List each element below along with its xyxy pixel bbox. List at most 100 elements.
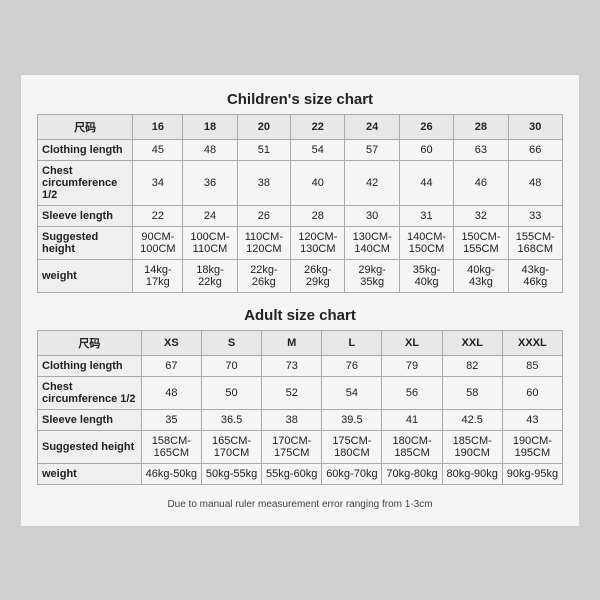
col-header: XS [141, 330, 201, 355]
col-header: 20 [237, 114, 291, 139]
cell-value: 51 [237, 139, 291, 160]
cell-value: 34 [133, 160, 183, 205]
cell-value: 48 [183, 139, 237, 160]
cell-value: 190CM-195CM [502, 430, 562, 463]
cell-value: 56 [382, 376, 442, 409]
cell-value: 43 [502, 409, 562, 430]
measurement-note: Due to manual ruler measurement error ra… [37, 499, 563, 510]
cell-value: 18kg-22kg [183, 259, 237, 292]
col-header: 24 [345, 114, 399, 139]
cell-value: 60kg-70kg [322, 463, 382, 484]
col-header: 18 [183, 114, 237, 139]
cell-value: 90CM-100CM [133, 226, 183, 259]
cell-value: 42.5 [442, 409, 502, 430]
cell-value: 43kg-46kg [508, 259, 562, 292]
cell-value: 67 [141, 355, 201, 376]
cell-value: 150CM-155CM [454, 226, 508, 259]
cell-value: 70 [201, 355, 261, 376]
cell-value: 54 [291, 139, 345, 160]
cell-value: 22kg-26kg [237, 259, 291, 292]
col-header: 尺码 [38, 330, 142, 355]
col-header: 28 [454, 114, 508, 139]
cell-value: 180CM-185CM [382, 430, 442, 463]
cell-value: 110CM-120CM [237, 226, 291, 259]
table-row: Suggested height90CM-100CM100CM-110CM110… [38, 226, 563, 259]
table-row: weight46kg-50kg50kg-55kg55kg-60kg60kg-70… [38, 463, 563, 484]
col-header: 22 [291, 114, 345, 139]
cell-value: 24 [183, 205, 237, 226]
children-chart-title: Children's size chart [37, 91, 563, 108]
cell-value: 50kg-55kg [201, 463, 261, 484]
cell-value: 90kg-95kg [502, 463, 562, 484]
cell-value: 175CM-180CM [322, 430, 382, 463]
children-size-table: 尺码1618202224262830 Clothing length454851… [37, 114, 563, 293]
row-label: Chest circumference 1/2 [38, 160, 133, 205]
row-label: Suggested height [38, 430, 142, 463]
cell-value: 58 [442, 376, 502, 409]
table-row: Clothing length4548515457606366 [38, 139, 563, 160]
col-header: XXL [442, 330, 502, 355]
cell-value: 35kg-40kg [399, 259, 453, 292]
cell-value: 66 [508, 139, 562, 160]
cell-value: 48 [141, 376, 201, 409]
cell-value: 60 [399, 139, 453, 160]
cell-value: 45 [133, 139, 183, 160]
cell-value: 46 [454, 160, 508, 205]
cell-value: 42 [345, 160, 399, 205]
cell-value: 48 [508, 160, 562, 205]
cell-value: 50 [201, 376, 261, 409]
cell-value: 39.5 [322, 409, 382, 430]
cell-value: 29kg-35kg [345, 259, 399, 292]
table-row: Sleeve length3536.53839.54142.543 [38, 409, 563, 430]
col-header: L [322, 330, 382, 355]
cell-value: 55kg-60kg [262, 463, 322, 484]
row-label: weight [38, 259, 133, 292]
cell-value: 130CM-140CM [345, 226, 399, 259]
cell-value: 30 [345, 205, 399, 226]
cell-value: 70kg-80kg [382, 463, 442, 484]
cell-value: 32 [454, 205, 508, 226]
col-header: S [201, 330, 261, 355]
row-label: Clothing length [38, 139, 133, 160]
cell-value: 36 [183, 160, 237, 205]
cell-value: 120CM-130CM [291, 226, 345, 259]
cell-value: 73 [262, 355, 322, 376]
cell-value: 22 [133, 205, 183, 226]
adult-chart-title: Adult size chart [37, 307, 563, 324]
cell-value: 40kg-43kg [454, 259, 508, 292]
col-header: XXXL [502, 330, 562, 355]
cell-value: 31 [399, 205, 453, 226]
adult-size-table: 尺码XSSMLXLXXLXXXL Clothing length67707376… [37, 330, 563, 485]
cell-value: 158CM-165CM [141, 430, 201, 463]
cell-value: 38 [237, 160, 291, 205]
cell-value: 140CM-150CM [399, 226, 453, 259]
cell-value: 26kg-29kg [291, 259, 345, 292]
cell-value: 33 [508, 205, 562, 226]
cell-value: 14kg-17kg [133, 259, 183, 292]
cell-value: 82 [442, 355, 502, 376]
cell-value: 85 [502, 355, 562, 376]
table-row: Sleeve length2224262830313233 [38, 205, 563, 226]
cell-value: 57 [345, 139, 399, 160]
cell-value: 41 [382, 409, 442, 430]
cell-value: 165CM-170CM [201, 430, 261, 463]
table-row: Suggested height158CM-165CM165CM-170CM 17… [38, 430, 563, 463]
row-label: Chest circumference 1/2 [38, 376, 142, 409]
cell-value: 28 [291, 205, 345, 226]
cell-value: 44 [399, 160, 453, 205]
cell-value: 63 [454, 139, 508, 160]
cell-value: 38 [262, 409, 322, 430]
cell-value: 60 [502, 376, 562, 409]
row-label: weight [38, 463, 142, 484]
cell-value: 155CM-168CM [508, 226, 562, 259]
col-header: 30 [508, 114, 562, 139]
row-label: Sleeve length [38, 205, 133, 226]
cell-value: 36.5 [201, 409, 261, 430]
col-header: 26 [399, 114, 453, 139]
table-row: Chest circumference 1/248505254565860 [38, 376, 563, 409]
cell-value: 40 [291, 160, 345, 205]
cell-value: 76 [322, 355, 382, 376]
cell-value: 52 [262, 376, 322, 409]
table-row: weight14kg-17kg18kg-22kg22kg-26kg26kg-29… [38, 259, 563, 292]
cell-value: 46kg-50kg [141, 463, 201, 484]
